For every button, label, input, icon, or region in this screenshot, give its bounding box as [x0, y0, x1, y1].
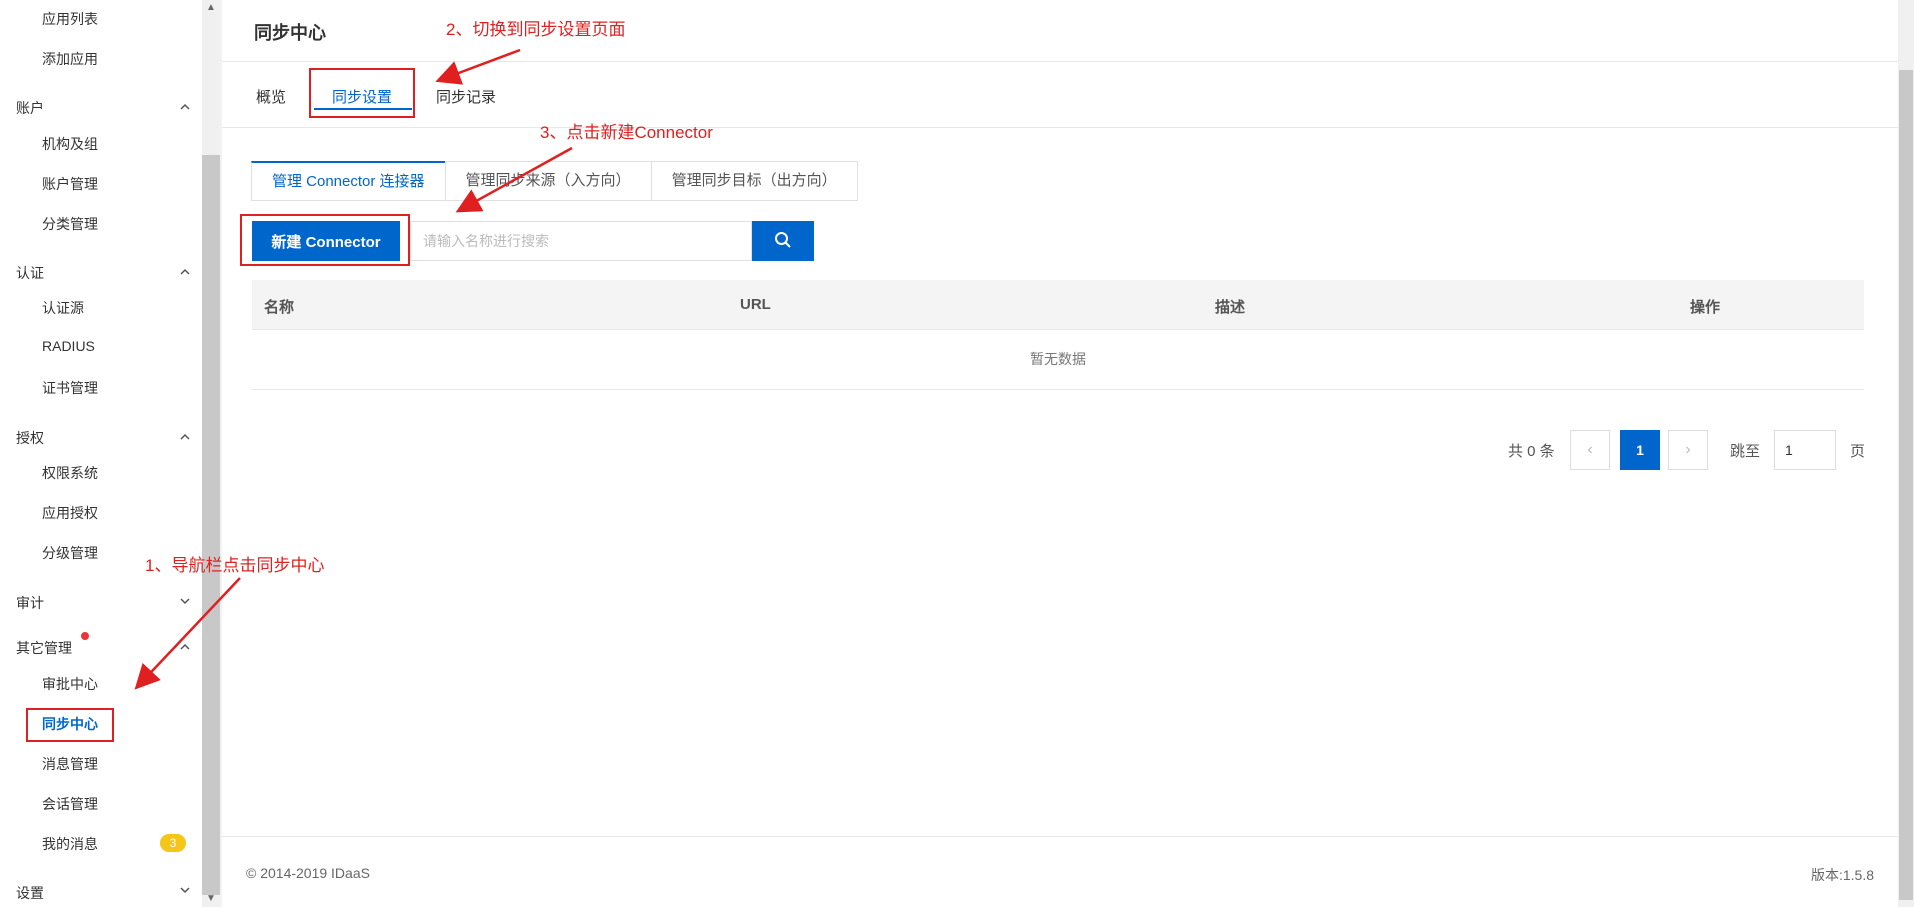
notification-dot: [81, 632, 89, 640]
sidebar-item-app-authz[interactable]: 应用授权: [42, 503, 98, 523]
main-scrollbar[interactable]: [1898, 0, 1914, 907]
search-input[interactable]: [410, 221, 752, 261]
unread-badge: 3: [160, 834, 186, 852]
sidebar-group-settings[interactable]: 设置: [16, 883, 44, 903]
sidebar-item-my-messages[interactable]: 我的消息: [42, 834, 98, 854]
subtab-connector[interactable]: 管理 Connector 连接器: [251, 161, 446, 201]
sidebar: 应用列表 添加应用 账户 机构及组 账户管理 分类管理 认证 认证源 RADIU…: [0, 0, 202, 907]
page-number-current[interactable]: 1: [1620, 430, 1660, 470]
sidebar-item-add-app[interactable]: 添加应用: [42, 49, 98, 69]
sidebar-group-auth[interactable]: 认证: [16, 263, 44, 283]
jump-label: 跳至: [1730, 443, 1761, 460]
chevron-down-icon[interactable]: [178, 883, 192, 897]
main-scroll-thumb[interactable]: [1899, 70, 1913, 900]
annotation-highlight-sync-settings-tab: [309, 68, 415, 118]
sidebar-scrollbar[interactable]: ▲ ▼: [202, 0, 220, 907]
sidebar-item-auth-source[interactable]: 认证源: [42, 298, 84, 318]
copyright-text: © 2014-2019 IDaaS: [246, 865, 370, 881]
column-header-description: 描述: [1215, 299, 1246, 316]
column-header-url: URL: [740, 296, 771, 313]
scroll-up-icon[interactable]: ▲: [202, 0, 220, 16]
sidebar-item-app-list[interactable]: 应用列表: [42, 9, 98, 29]
table-header: 名称 URL 描述 操作: [252, 280, 1864, 330]
sidebar-group-account[interactable]: 账户: [16, 98, 44, 118]
sidebar-item-radius[interactable]: RADIUS: [42, 338, 95, 354]
next-page-button[interactable]: ›: [1668, 430, 1708, 470]
tab-sync-records[interactable]: 同步记录: [436, 86, 496, 107]
annotation-step1: 1、导航栏点击同步中心: [145, 556, 325, 575]
search-button[interactable]: [752, 221, 814, 261]
search-icon: [775, 231, 791, 248]
chevron-up-icon[interactable]: [178, 265, 192, 279]
sidebar-item-account-mgmt[interactable]: 账户管理: [42, 174, 98, 194]
jump-page-input[interactable]: [1774, 430, 1836, 470]
main-content: 同步中心 概览 同步设置 同步记录 管理 Connector 连接器 管理同步来…: [222, 0, 1898, 907]
chevron-up-icon[interactable]: [178, 430, 192, 444]
page-unit-label: 页: [1850, 443, 1866, 460]
sidebar-item-cert[interactable]: 证书管理: [42, 378, 98, 398]
footer: © 2014-2019 IDaaS 版本:1.5.8: [222, 836, 1898, 907]
page-title: 同步中心: [254, 23, 326, 43]
pagination-total: 共 0 条: [1508, 443, 1555, 460]
prev-page-button[interactable]: ‹: [1570, 430, 1610, 470]
sidebar-item-org[interactable]: 机构及组: [42, 134, 98, 154]
annotation-step3: 3、点击新建Connector: [540, 123, 713, 142]
column-header-name: 名称: [264, 299, 295, 316]
sidebar-scroll-thumb[interactable]: [202, 155, 220, 895]
table-empty-state: 暂无数据: [252, 330, 1864, 390]
annotation-step2: 2、切换到同步设置页面: [446, 20, 626, 39]
annotation-highlight-sync-center: [26, 708, 114, 742]
sidebar-item-approval[interactable]: 审批中心: [42, 674, 98, 694]
sidebar-group-authz[interactable]: 授权: [16, 428, 44, 448]
version-text: 版本:1.5.8: [1810, 867, 1874, 883]
scroll-down-icon[interactable]: ▼: [202, 891, 220, 907]
subtab-bar: 管理 Connector 连接器 管理同步来源（入方向） 管理同步目标（出方向）: [251, 161, 858, 201]
column-header-actions: 操作: [1690, 299, 1721, 316]
sidebar-group-audit[interactable]: 审计: [16, 593, 44, 613]
sidebar-item-message[interactable]: 消息管理: [42, 754, 98, 774]
subtab-sync-target[interactable]: 管理同步目标（出方向）: [650, 161, 858, 201]
sidebar-item-session[interactable]: 会话管理: [42, 794, 98, 814]
annotation-highlight-new-connector: [240, 214, 410, 266]
sidebar-item-category[interactable]: 分类管理: [42, 214, 98, 234]
chevron-down-icon[interactable]: [178, 594, 192, 608]
subtab-sync-source[interactable]: 管理同步来源（入方向）: [444, 161, 652, 201]
chevron-up-icon[interactable]: [178, 640, 192, 654]
sidebar-group-other[interactable]: 其它管理: [16, 638, 72, 658]
sidebar-item-tiered[interactable]: 分级管理: [42, 543, 98, 563]
sidebar-item-permission[interactable]: 权限系统: [42, 463, 98, 483]
tab-overview[interactable]: 概览: [256, 86, 286, 107]
chevron-up-icon[interactable]: [178, 100, 192, 114]
tab-bar: 概览 同步设置 同步记录: [222, 62, 1898, 128]
